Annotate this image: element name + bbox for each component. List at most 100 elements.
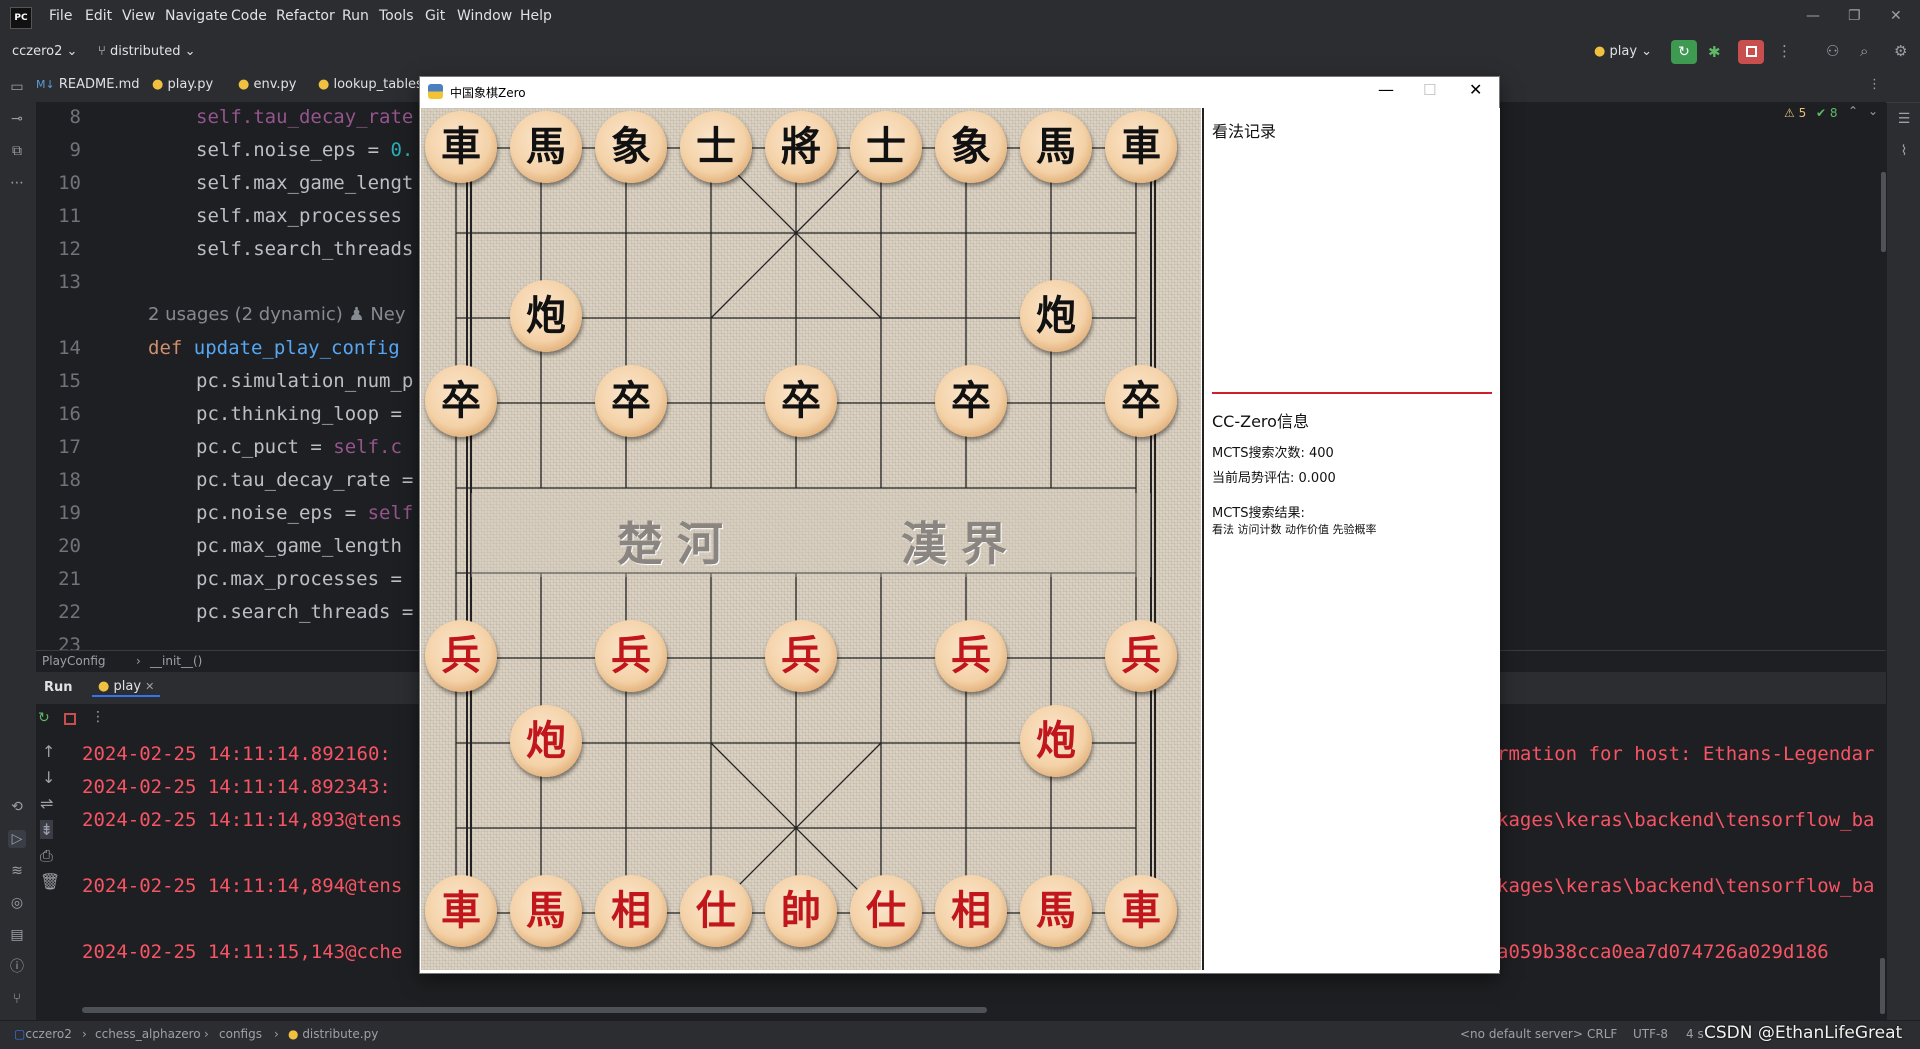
more-tools-icon[interactable]: ⋯ xyxy=(8,174,26,192)
layers-icon[interactable]: ≋ xyxy=(8,862,26,880)
terminal-icon[interactable]: ▤ xyxy=(8,926,26,944)
run-tool-icon[interactable]: ▷ xyxy=(8,830,26,848)
git-icon[interactable]: ⑂ xyxy=(8,990,26,1008)
run-subtab-play[interactable]: ● play ✕ xyxy=(92,678,161,697)
rerun-icon[interactable]: ↻ xyxy=(38,710,50,726)
sciview-icon[interactable]: ⌇ xyxy=(1895,142,1913,160)
red-cannon-piece[interactable]: 炮 xyxy=(1020,705,1092,777)
black-horse-piece[interactable]: 馬 xyxy=(1020,111,1092,183)
services-icon[interactable]: ◎ xyxy=(8,894,26,912)
menu-run[interactable]: Run xyxy=(342,8,369,24)
print-icon[interactable]: ⎙ xyxy=(40,846,53,866)
trash-icon[interactable]: 🗑 xyxy=(40,872,60,891)
stop-icon[interactable] xyxy=(64,713,76,725)
tab-env[interactable]: ● env.py xyxy=(238,77,296,92)
red-advisor-piece[interactable]: 仕 xyxy=(680,875,752,947)
tab-readme[interactable]: M↓ README.md xyxy=(36,77,140,92)
close-icon[interactable]: ✕ xyxy=(1469,80,1482,99)
breadcrumb-class[interactable]: PlayConfig xyxy=(42,654,106,668)
red-soldier-piece[interactable]: 兵 xyxy=(425,620,497,692)
status-indent[interactable]: 4 s xyxy=(1686,1027,1704,1041)
black-chariot-piece[interactable]: 車 xyxy=(1105,111,1177,183)
tab-lookup-tables[interactable]: ● lookup_tables. xyxy=(318,77,427,92)
black-cannon-piece[interactable]: 炮 xyxy=(510,280,582,352)
black-general-piece[interactable]: 將 xyxy=(765,111,837,183)
chevron-down-icon[interactable]: ⌄ xyxy=(1868,104,1878,118)
more-options-icon[interactable]: ⋮ xyxy=(91,709,105,725)
stop-button[interactable] xyxy=(1738,40,1764,64)
menu-view[interactable]: View xyxy=(122,8,155,24)
chess-window-titlebar[interactable]: 中国象棋Zero — ☐ ✕ xyxy=(420,77,1499,107)
red-elephant-piece[interactable]: 相 xyxy=(935,875,1007,947)
status-server[interactable]: <no default server> xyxy=(1460,1027,1583,1041)
maximize-icon[interactable]: ☐ xyxy=(1423,81,1436,99)
red-soldier-piece[interactable]: 兵 xyxy=(595,620,667,692)
search-icon[interactable]: ⌕ xyxy=(1860,42,1868,60)
black-advisor-piece[interactable]: 士 xyxy=(850,111,922,183)
rerun-button[interactable]: ↻ xyxy=(1671,40,1697,64)
status-path-folder[interactable]: cchess_alphazero xyxy=(95,1027,201,1041)
commit-icon[interactable]: ⊸ xyxy=(8,110,26,128)
red-soldier-piece[interactable]: 兵 xyxy=(1105,620,1177,692)
debug-icon[interactable]: ✱ xyxy=(1708,43,1721,61)
black-chariot-piece[interactable]: 車 xyxy=(425,111,497,183)
inspection-warnings[interactable]: ⚠ 5 xyxy=(1784,106,1806,120)
menu-file[interactable]: File xyxy=(49,8,72,24)
menu-code[interactable]: Code xyxy=(231,8,267,24)
console-horizontal-scrollbar[interactable] xyxy=(82,1007,987,1013)
database-icon[interactable]: ☰ xyxy=(1895,110,1913,128)
chevron-up-icon[interactable]: ⌃ xyxy=(1848,104,1858,118)
black-cannon-piece[interactable]: 炮 xyxy=(1020,280,1092,352)
usages-hint[interactable]: 2 usages (2 dynamic) ♟ Ney xyxy=(148,304,406,325)
status-path-project[interactable]: ▢cczero2 xyxy=(14,1027,72,1041)
ide-restore-icon[interactable]: ❐ xyxy=(1848,8,1861,24)
ide-minimize-icon[interactable]: — xyxy=(1806,8,1820,24)
arrow-up-icon[interactable]: ↑ xyxy=(42,742,55,761)
console-vertical-scrollbar[interactable] xyxy=(1880,958,1885,1014)
status-path-folder[interactable]: configs xyxy=(219,1027,262,1041)
status-encoding[interactable]: UTF-8 xyxy=(1633,1027,1668,1041)
tab-options-icon[interactable]: ⋮ xyxy=(1868,77,1881,92)
project-folder-icon[interactable]: ▭ xyxy=(8,78,26,96)
python-packages-icon[interactable]: ⟲ xyxy=(8,798,26,816)
red-horse-piece[interactable]: 馬 xyxy=(1020,875,1092,947)
black-elephant-piece[interactable]: 象 xyxy=(595,111,667,183)
red-cannon-piece[interactable]: 炮 xyxy=(510,705,582,777)
red-soldier-piece[interactable]: 兵 xyxy=(935,620,1007,692)
black-soldier-piece[interactable]: 卒 xyxy=(595,365,667,437)
menu-help[interactable]: Help xyxy=(520,8,552,24)
close-icon[interactable]: ✕ xyxy=(145,680,154,693)
black-elephant-piece[interactable]: 象 xyxy=(935,111,1007,183)
black-horse-piece[interactable]: 馬 xyxy=(510,111,582,183)
run-config-selector[interactable]: ● play ⌄ xyxy=(1594,44,1652,59)
problems-icon[interactable]: ⓘ xyxy=(8,958,26,976)
status-path-file[interactable]: ● distribute.py xyxy=(288,1027,378,1041)
red-horse-piece[interactable]: 馬 xyxy=(510,875,582,947)
black-soldier-piece[interactable]: 卒 xyxy=(765,365,837,437)
project-selector[interactable]: cczero2 ⌄ xyxy=(12,44,77,59)
menu-git[interactable]: Git xyxy=(425,8,445,24)
structure-icon[interactable]: ⧉ xyxy=(8,142,26,160)
inspection-ok[interactable]: ✔ 8 xyxy=(1816,106,1838,120)
menu-window[interactable]: Window xyxy=(457,8,512,24)
arrow-down-icon[interactable]: ↓ xyxy=(42,768,55,787)
editor-scrollbar[interactable] xyxy=(1881,172,1886,252)
more-actions-icon[interactable]: ⋮ xyxy=(1777,42,1792,60)
menu-tools[interactable]: Tools xyxy=(379,8,414,24)
menu-navigate[interactable]: Navigate xyxy=(165,8,228,24)
black-soldier-piece[interactable]: 卒 xyxy=(425,365,497,437)
red-chariot-piece[interactable]: 車 xyxy=(1105,875,1177,947)
red-soldier-piece[interactable]: 兵 xyxy=(765,620,837,692)
status-line-separator[interactable]: CRLF xyxy=(1587,1027,1617,1041)
menu-refactor[interactable]: Refactor xyxy=(276,8,335,24)
red-chariot-piece[interactable]: 車 xyxy=(425,875,497,947)
xiangqi-board[interactable]: 楚河 漢界 車 馬 象 士 將 士 象 馬 車 炮 炮 卒 卒 卒 卒 卒 兵 … xyxy=(421,108,1201,970)
red-advisor-piece[interactable]: 仕 xyxy=(850,875,922,947)
black-soldier-piece[interactable]: 卒 xyxy=(1105,365,1177,437)
red-elephant-piece[interactable]: 相 xyxy=(595,875,667,947)
tab-play[interactable]: ● play.py xyxy=(152,77,213,92)
scroll-to-end-icon[interactable]: ⇟ xyxy=(40,820,54,839)
soft-wrap-icon[interactable]: ⇌ xyxy=(40,794,53,813)
black-advisor-piece[interactable]: 士 xyxy=(680,111,752,183)
minimize-icon[interactable]: — xyxy=(1378,80,1394,99)
